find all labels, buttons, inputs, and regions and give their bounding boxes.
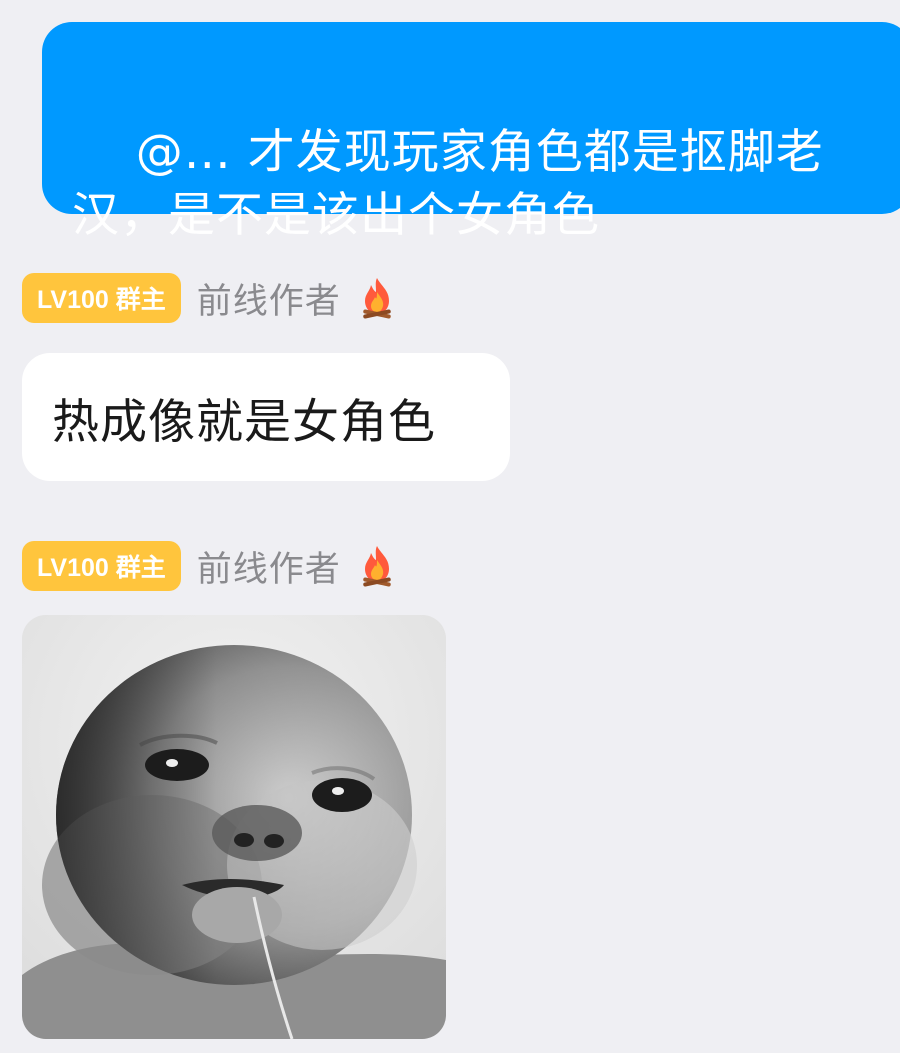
fire-icon	[359, 544, 395, 588]
level-badge[interactable]: LV100 群主	[22, 273, 181, 323]
level-badge[interactable]: LV100 群主	[22, 541, 181, 591]
chat-screen: @… 才发现玩家角色都是抠脚老汉，是不是该出个女角色 LV100 群主 前线作者…	[0, 0, 900, 1053]
sender-name[interactable]: 前线作者	[197, 273, 341, 324]
outgoing-message-bubble[interactable]: @… 才发现玩家角色都是抠脚老汉，是不是该出个女角色	[42, 22, 900, 243]
sender-header: LV100 群主 前线作者	[22, 272, 395, 324]
fire-icon	[359, 276, 395, 320]
sender-header: LV100 群主 前线作者	[22, 540, 395, 592]
incoming-message-bubble[interactable]: 热成像就是女角色	[22, 353, 510, 481]
incoming-message-text: 热成像就是女角色	[52, 394, 436, 450]
outgoing-message-text: @… 才发现玩家角色都是抠脚老汉，是不是该出个女角色	[72, 125, 824, 243]
sender-name[interactable]: 前线作者	[197, 541, 341, 592]
baby-meme-image[interactable]	[22, 615, 446, 1039]
